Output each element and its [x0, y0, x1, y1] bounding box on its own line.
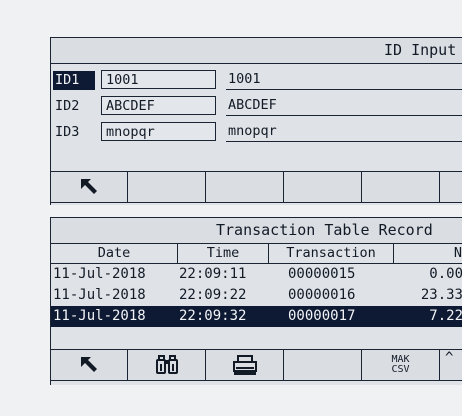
id-input-field[interactable]: ABCDEF: [101, 96, 216, 115]
id-row-2[interactable]: ID2 ABCDEF ABCDEF: [51, 94, 462, 118]
column-header-time[interactable]: Time: [178, 244, 269, 263]
cell-time: 22:09:32: [179, 308, 247, 324]
cell-date: 11-Jul-2018: [53, 287, 146, 303]
search-softkey[interactable]: [128, 350, 206, 380]
softkey-empty-2[interactable]: [128, 172, 206, 202]
cell-time: 22:09:11: [179, 266, 247, 282]
cell-net: 0.00: [429, 266, 462, 282]
id-value: ABCDEF: [226, 96, 462, 116]
softkey-empty-4[interactable]: [284, 350, 362, 380]
column-header-date[interactable]: Date: [51, 244, 178, 263]
id-label: ID1: [53, 71, 95, 90]
transaction-softkey-bar: MAK CSV ^: [51, 349, 462, 381]
scroll-up-softkey[interactable]: ^: [440, 350, 462, 380]
transaction-title: Transaction Table Record: [216, 221, 433, 239]
softkey-empty-4[interactable]: [284, 172, 362, 202]
cell-net: 23.33: [420, 287, 462, 303]
back-softkey[interactable]: [51, 172, 128, 202]
transaction-titlebar: Transaction Table Record: [51, 218, 462, 244]
id-label: ID3: [55, 124, 80, 140]
id-value: mnopqr: [226, 122, 462, 142]
softkey-empty-3[interactable]: [206, 172, 284, 202]
id-input-field[interactable]: mnopqr: [101, 122, 216, 141]
table-header: Date Time Transaction N: [51, 244, 462, 264]
cell-date: 11-Jul-2018: [53, 308, 146, 324]
softkey-empty-6[interactable]: [440, 172, 462, 202]
export-line-2: CSV: [391, 364, 410, 375]
export-csv-softkey[interactable]: MAK CSV: [362, 350, 440, 380]
id-row-1[interactable]: ID1 1001 1001: [51, 68, 462, 92]
id-label: ID2: [55, 98, 80, 114]
back-arrow-icon: [81, 179, 97, 194]
id-input-title: ID Input: [384, 41, 457, 59]
cell-net: 7.22: [429, 308, 462, 324]
cell-transaction: 00000016: [288, 287, 356, 303]
printer-icon: [232, 355, 257, 375]
cell-time: 22:09:22: [179, 287, 247, 303]
cell-transaction: 00000015: [288, 266, 356, 282]
cell-date: 11-Jul-2018: [53, 266, 146, 282]
transaction-panel: Transaction Table Record Date Time Trans…: [50, 217, 462, 385]
id-input-field[interactable]: 1001: [101, 70, 216, 89]
id-row-3[interactable]: ID3 mnopqr mnopqr: [51, 120, 462, 144]
back-arrow-icon: [81, 357, 97, 372]
back-softkey[interactable]: [51, 350, 128, 380]
chevron-up-icon: ^: [445, 350, 454, 366]
binoculars-icon: [155, 355, 178, 374]
id-softkey-bar: [51, 171, 462, 203]
id-input-panel: ID Input ID1 1001 1001 ID2 ABCDEF ABCDEF…: [50, 37, 462, 205]
id-input-titlebar: ID Input: [51, 38, 462, 64]
softkey-empty-5[interactable]: [362, 172, 440, 202]
table-row[interactable]: 11-Jul-2018 22:09:22 00000016 23.33: [51, 285, 462, 306]
cell-transaction: 00000017: [288, 308, 356, 324]
table-row-selected[interactable]: 11-Jul-2018 22:09:32 00000017 7.22: [51, 306, 462, 327]
column-header-net[interactable]: N: [394, 244, 462, 263]
print-softkey[interactable]: [206, 350, 284, 380]
column-header-transaction[interactable]: Transaction: [269, 244, 394, 263]
id-value: 1001: [226, 70, 462, 90]
export-csv-label: MAK CSV: [391, 355, 409, 375]
table-row[interactable]: 11-Jul-2018 22:09:11 00000015 0.00: [51, 264, 462, 285]
